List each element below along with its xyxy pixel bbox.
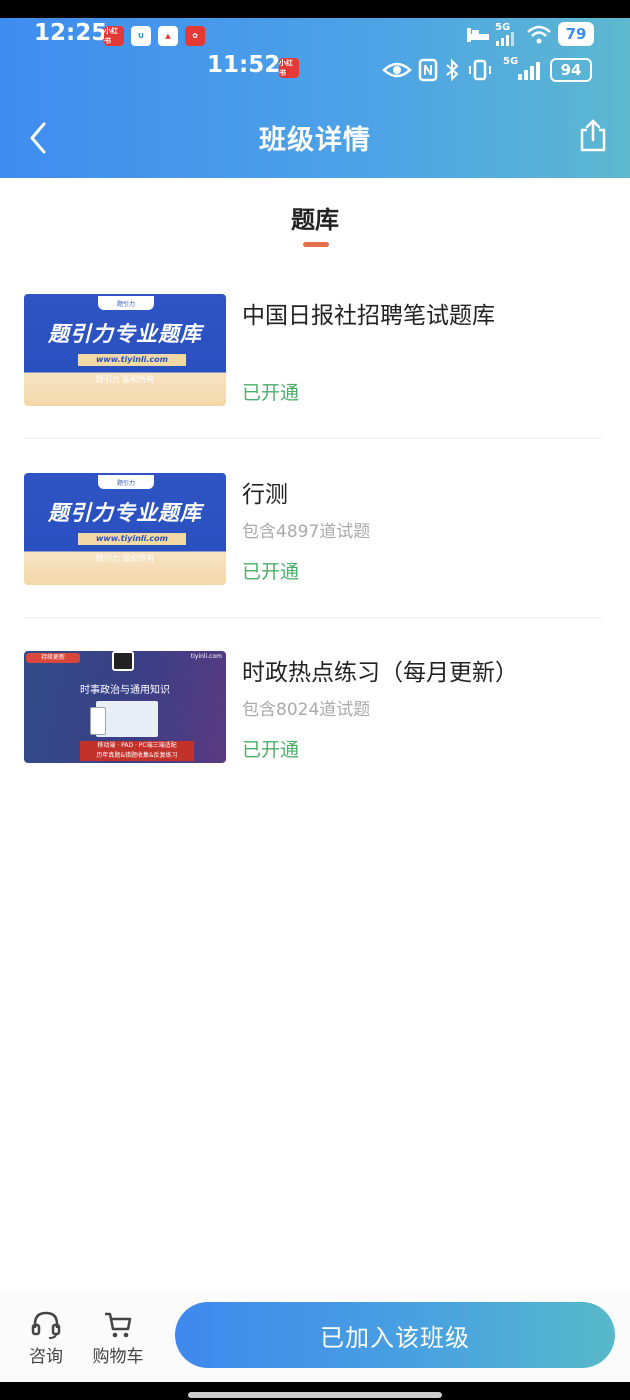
- bed-icon: [467, 28, 489, 42]
- cart-label: 购物车: [92, 1347, 144, 1367]
- tab-question-bank[interactable]: 题库: [0, 200, 630, 235]
- list-item[interactable]: 题引力 题引力专业题库 www.tiyinli.com 题引力 版权所有 行测 …: [24, 473, 604, 623]
- network-type-inner: 5G: [503, 56, 519, 67]
- app-notification-icon: 小红书: [279, 58, 299, 78]
- nfc-icon: [418, 58, 438, 82]
- bank-thumbnail: 题引力 题引力专业题库 www.tiyinli.com 题引力 版权所有: [24, 473, 226, 585]
- app-notification-icon: 小红书: [104, 26, 124, 46]
- thumbnail-url: www.tiyinli.com: [78, 533, 186, 545]
- cart-button[interactable]: 购物车: [88, 1310, 148, 1367]
- bluetooth-icon: [446, 58, 459, 82]
- consult-button[interactable]: 咨询: [16, 1310, 76, 1367]
- thumbnail-copyright: 题引力 版权所有: [95, 554, 155, 563]
- brand-logo: 题引力: [98, 296, 154, 310]
- share-button[interactable]: [576, 118, 610, 154]
- bank-status: 已开通: [242, 739, 300, 761]
- headset-icon: [31, 1311, 61, 1339]
- bank-name: 行测: [242, 482, 288, 508]
- thumbnail-banner: 移动端 · PAD · PC端三端适配 历年真题&错题收集&反复练习: [80, 741, 194, 761]
- status-time-inner: 11:52: [207, 52, 281, 78]
- brand-logo: 题引力: [98, 475, 154, 489]
- bottom-action-bar: 咨询 购物车 已加入该班级: [0, 1290, 630, 1382]
- list-item[interactable]: 持续更新 tiyinli.com 时事政治与通用知识 移动端 · PAD · P…: [24, 651, 604, 801]
- divider: [24, 617, 602, 618]
- thumbnail-site: tiyinli.com: [190, 653, 222, 660]
- thumbnail-title: 题引力专业题库: [48, 501, 202, 525]
- thumbnail-title: 时事政治与通用知识: [80, 685, 170, 696]
- thumbnail-url: www.tiyinli.com: [78, 354, 186, 366]
- signal-icon: [518, 62, 540, 80]
- status-bar-inner: 11:52 小红书 5G 94: [0, 50, 630, 82]
- thumbnail-title: 题引力专业题库: [48, 322, 202, 346]
- status-bar-outer: 12:25 小红书 U ▲ ✿ 5G 79: [0, 18, 630, 52]
- thumbnail-tag: 持续更新: [26, 653, 80, 663]
- joined-class-button[interactable]: 已加入该班级: [175, 1302, 615, 1368]
- eye-icon: [382, 62, 412, 78]
- bank-name: 中国日报社招聘笔试题库: [242, 303, 495, 329]
- tablet-illustration: [90, 707, 106, 735]
- brand-logo: [112, 651, 134, 671]
- consult-label: 咨询: [29, 1347, 63, 1367]
- app-notification-icon: ✿: [185, 26, 205, 46]
- battery-outer: 79: [558, 22, 594, 46]
- battery-inner: 94: [550, 58, 592, 82]
- header: 12:25 小红书 U ▲ ✿ 5G 79 11:52 小红书 5G 94 班级…: [0, 18, 630, 178]
- bank-status: 已开通: [242, 382, 300, 404]
- list-item[interactable]: 题引力 题引力专业题库 www.tiyinli.com 题引力 版权所有 中国日…: [24, 294, 604, 444]
- vibrate-icon: [469, 59, 491, 81]
- signal-icon: [496, 32, 514, 46]
- bank-question-count: 包含8024道试题: [242, 700, 371, 720]
- divider: [24, 438, 602, 439]
- wifi-icon: [527, 25, 551, 44]
- bank-name: 时政热点练习（每月更新）: [242, 660, 518, 686]
- banner-line: 移动端 · PAD · PC端三端适配: [97, 742, 177, 749]
- bank-question-count: 包含4897道试题: [242, 522, 371, 542]
- home-indicator[interactable]: [188, 1392, 442, 1398]
- status-time-outer: 12:25: [34, 20, 108, 46]
- system-top-bar: [0, 0, 630, 18]
- app-notification-icon: U: [131, 26, 151, 46]
- tab-underline: [303, 242, 329, 247]
- bank-thumbnail: 持续更新 tiyinli.com 时事政治与通用知识 移动端 · PAD · P…: [24, 651, 226, 763]
- cart-icon: [105, 1312, 132, 1338]
- page-title: 班级详情: [259, 125, 371, 156]
- app-notification-icon: ▲: [158, 26, 178, 46]
- thumbnail-copyright: 题引力 版权所有: [95, 375, 155, 384]
- bank-status: 已开通: [242, 561, 300, 583]
- banner-line: 历年真题&错题收集&反复练习: [96, 752, 178, 759]
- bank-thumbnail: 题引力 题引力专业题库 www.tiyinli.com 题引力 版权所有: [24, 294, 226, 406]
